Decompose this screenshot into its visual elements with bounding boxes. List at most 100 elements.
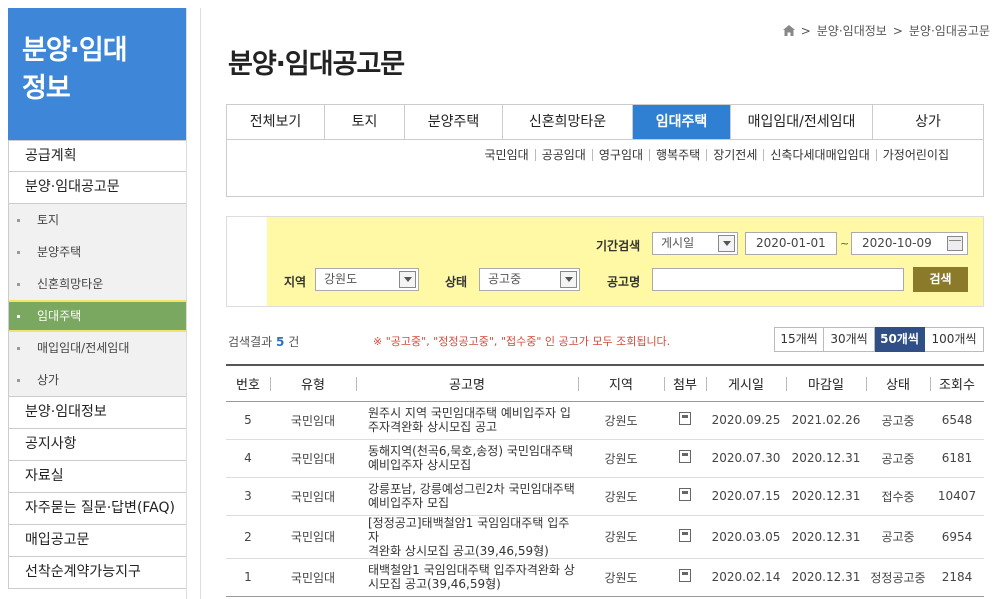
row-status: 공고중 — [866, 439, 930, 478]
row-title-line1: 강릉포남, 강릉예성그린2차 국민임대주택 — [368, 482, 575, 496]
row-title-link[interactable]: 원주시 지역 국민임대주택 예비입주자 입 주자격완화 상시모집 공고 — [356, 401, 578, 440]
row-posted-date: 2020.03.05 — [706, 515, 786, 559]
tab-newlywed-town[interactable]: 신혼희망타운 — [503, 105, 633, 139]
table-row: 4 국민임대 동해지역(천곡6,묵호,송정) 국민임대주택 예비입주자 상시모집 … — [226, 439, 984, 478]
header-views: 조회수 — [930, 364, 984, 402]
subtab-permanent-rental[interactable]: 영구임대 — [591, 149, 649, 161]
save-icon[interactable] — [679, 412, 691, 425]
row-title-link[interactable]: 강릉포남, 강릉예성그린2차 국민임대주택 예비입주자 모집 — [356, 477, 578, 516]
row-deadline: 2020.12.31 — [786, 439, 866, 478]
search-button[interactable]: 검색 — [913, 267, 968, 292]
row-status: 정정공고중 — [866, 558, 930, 597]
row-attachment[interactable] — [664, 401, 706, 440]
sidebar-sub-item-rental-housing[interactable]: 임대주택 — [9, 300, 186, 332]
result-count-number: 5 — [276, 335, 285, 349]
row-deadline: 2021.02.26 — [786, 401, 866, 440]
row-number: 4 — [226, 439, 270, 478]
save-icon[interactable] — [679, 528, 691, 542]
row-title-link[interactable]: 태백철암1 국임임대주택 입주자격완화 상 시모집 공고(39,46,59형) — [356, 558, 578, 597]
save-icon[interactable] — [679, 450, 691, 463]
sidebar-item-announcements[interactable]: 분양·임대공고문 — [9, 172, 186, 204]
sidebar-sub-item-newlywed-town[interactable]: 신혼희망타운 — [9, 268, 186, 300]
subtab-national-rental[interactable]: 국민임대 — [479, 149, 535, 161]
row-number: 2 — [226, 515, 270, 559]
sidebar-sub-item-sale-housing[interactable]: 분양주택 — [9, 236, 186, 268]
sidebar-item-first-come-contracts[interactable]: 선착순계약가능지구 — [9, 557, 186, 589]
date-from-field[interactable]: 2020-01-01 — [745, 232, 837, 255]
region-select-value: 강원도 — [324, 272, 358, 286]
save-icon[interactable] — [679, 569, 691, 582]
subtab-home-daycare[interactable]: 가정어린이집 — [875, 149, 955, 161]
sidebar-sub-item-purchase-rental[interactable]: 매입임대/전세임대 — [9, 332, 186, 364]
chevron-down-icon — [399, 271, 416, 288]
result-count: 검색결과 5 건 — [228, 333, 299, 350]
tab-rental-housing[interactable]: 임대주택 — [633, 105, 731, 139]
row-attachment[interactable] — [664, 477, 706, 516]
sidebar-sub-list: 토지 분양주택 신혼희망타운 임대주택 매입임대/전세임대 상가 — [9, 204, 186, 397]
search-panel — [226, 216, 984, 307]
sidebar-item-faq[interactable]: 자주묻는 질문·답변(FAQ) — [9, 493, 186, 525]
tab-sale-housing[interactable]: 분양주택 — [405, 105, 503, 139]
status-select[interactable]: 공고중 — [479, 268, 580, 291]
row-title-link[interactable]: 동해지역(천곡6,묵호,송정) 국민임대주택 예비입주자 상시모집 — [356, 439, 578, 478]
sidebar-item-notices[interactable]: 공지사항 — [9, 429, 186, 461]
row-title-line1: 원주시 지역 국민임대주택 예비입주자 입 — [368, 406, 571, 420]
sidebar-sub-item-commercial[interactable]: 상가 — [9, 364, 186, 396]
row-deadline: 2020.12.31 — [786, 477, 866, 516]
subtab-new-multi-family[interactable]: 신축다세대매입임대 — [763, 149, 875, 161]
date-to-value: 2020-10-09 — [862, 236, 932, 250]
sidebar-title: 분양·임대 정보 — [8, 8, 186, 140]
subtab-public-rental[interactable]: 공공임대 — [534, 149, 592, 161]
status-label: 상태 — [445, 275, 468, 289]
result-count-suffix: 건 — [288, 335, 300, 349]
title-search-input[interactable] — [652, 268, 904, 291]
tab-commercial[interactable]: 상가 — [873, 105, 983, 139]
page-size-100-button[interactable]: 100개씩 — [925, 327, 984, 352]
subtab-happy-housing[interactable]: 행복주택 — [649, 149, 706, 161]
row-attachment[interactable] — [664, 515, 706, 559]
status-select-value: 공고중 — [488, 272, 522, 286]
tab-all[interactable]: 전체보기 — [227, 105, 325, 139]
save-icon[interactable] — [679, 488, 691, 501]
row-deadline: 2020.12.31 — [786, 558, 866, 597]
content-divider — [200, 8, 201, 599]
sidebar-item-archive[interactable]: 자료실 — [9, 461, 186, 493]
subtabs-panel: 국민임대 공공임대 영구임대 행복주택 장기전세 신축다세대매입임대 가정어린이… — [226, 139, 984, 197]
sidebar-sub-item-land[interactable]: 토지 — [9, 204, 186, 236]
page-size-selector: 15개씩 30개씩 50개씩 100개씩 — [774, 327, 984, 352]
subtab-long-term-lease[interactable]: 장기전세 — [706, 149, 763, 161]
row-number: 1 — [226, 558, 270, 597]
table-row: 3 국민임대 강릉포남, 강릉예성그린2차 국민임대주택 예비입주자 모집 강원도… — [226, 477, 984, 516]
calendar-icon[interactable] — [947, 236, 963, 251]
page-size-30-button[interactable]: 30개씩 — [824, 327, 875, 352]
row-attachment[interactable] — [664, 439, 706, 478]
tab-purchase-rental[interactable]: 매입임대/전세임대 — [731, 105, 873, 139]
date-to-field[interactable]: 2020-10-09 — [851, 232, 968, 255]
sidebar-item-purchase-notices[interactable]: 매입공고문 — [9, 525, 186, 557]
region-label: 지역 — [284, 275, 307, 289]
row-type: 국민임대 — [270, 477, 356, 516]
tab-land[interactable]: 토지 — [325, 105, 405, 139]
row-number: 5 — [226, 401, 270, 440]
row-posted-date: 2020.07.15 — [706, 477, 786, 516]
period-select[interactable]: 게시일 — [652, 232, 738, 255]
breadcrumb-level1[interactable]: 분양·임대정보 — [817, 22, 887, 39]
page-size-50-button[interactable]: 50개씩 — [875, 327, 925, 352]
row-attachment[interactable] — [664, 558, 706, 597]
breadcrumb-level2[interactable]: 분양·임대공고문 — [909, 22, 990, 39]
row-views: 2184 — [930, 558, 984, 597]
header-region: 지역 — [578, 364, 664, 402]
sidebar-title-line2: 정보 — [22, 73, 71, 104]
page-size-15-button[interactable]: 15개씩 — [774, 327, 824, 352]
search-panel-highlight — [267, 217, 983, 306]
sidebar-item-sale-rental-info[interactable]: 분양·임대정보 — [9, 397, 186, 429]
header-type: 유형 — [270, 364, 356, 402]
region-select[interactable]: 강원도 — [315, 268, 419, 291]
row-title-line1: [정정공고]태백철암1 국임임대주택 입주자 — [368, 515, 570, 544]
period-label: 기간검색 — [596, 239, 641, 253]
sidebar-item-supply-plan[interactable]: 공급계획 — [9, 140, 186, 172]
home-icon[interactable] — [782, 25, 795, 36]
row-type: 국민임대 — [270, 439, 356, 478]
row-title-line1: 태백철암1 국임임대주택 입주자격완화 상 — [368, 563, 575, 577]
row-title-link[interactable]: [정정공고]태백철암1 국임임대주택 입주자 격완화 상시모집 공고(39,46,… — [356, 515, 578, 559]
